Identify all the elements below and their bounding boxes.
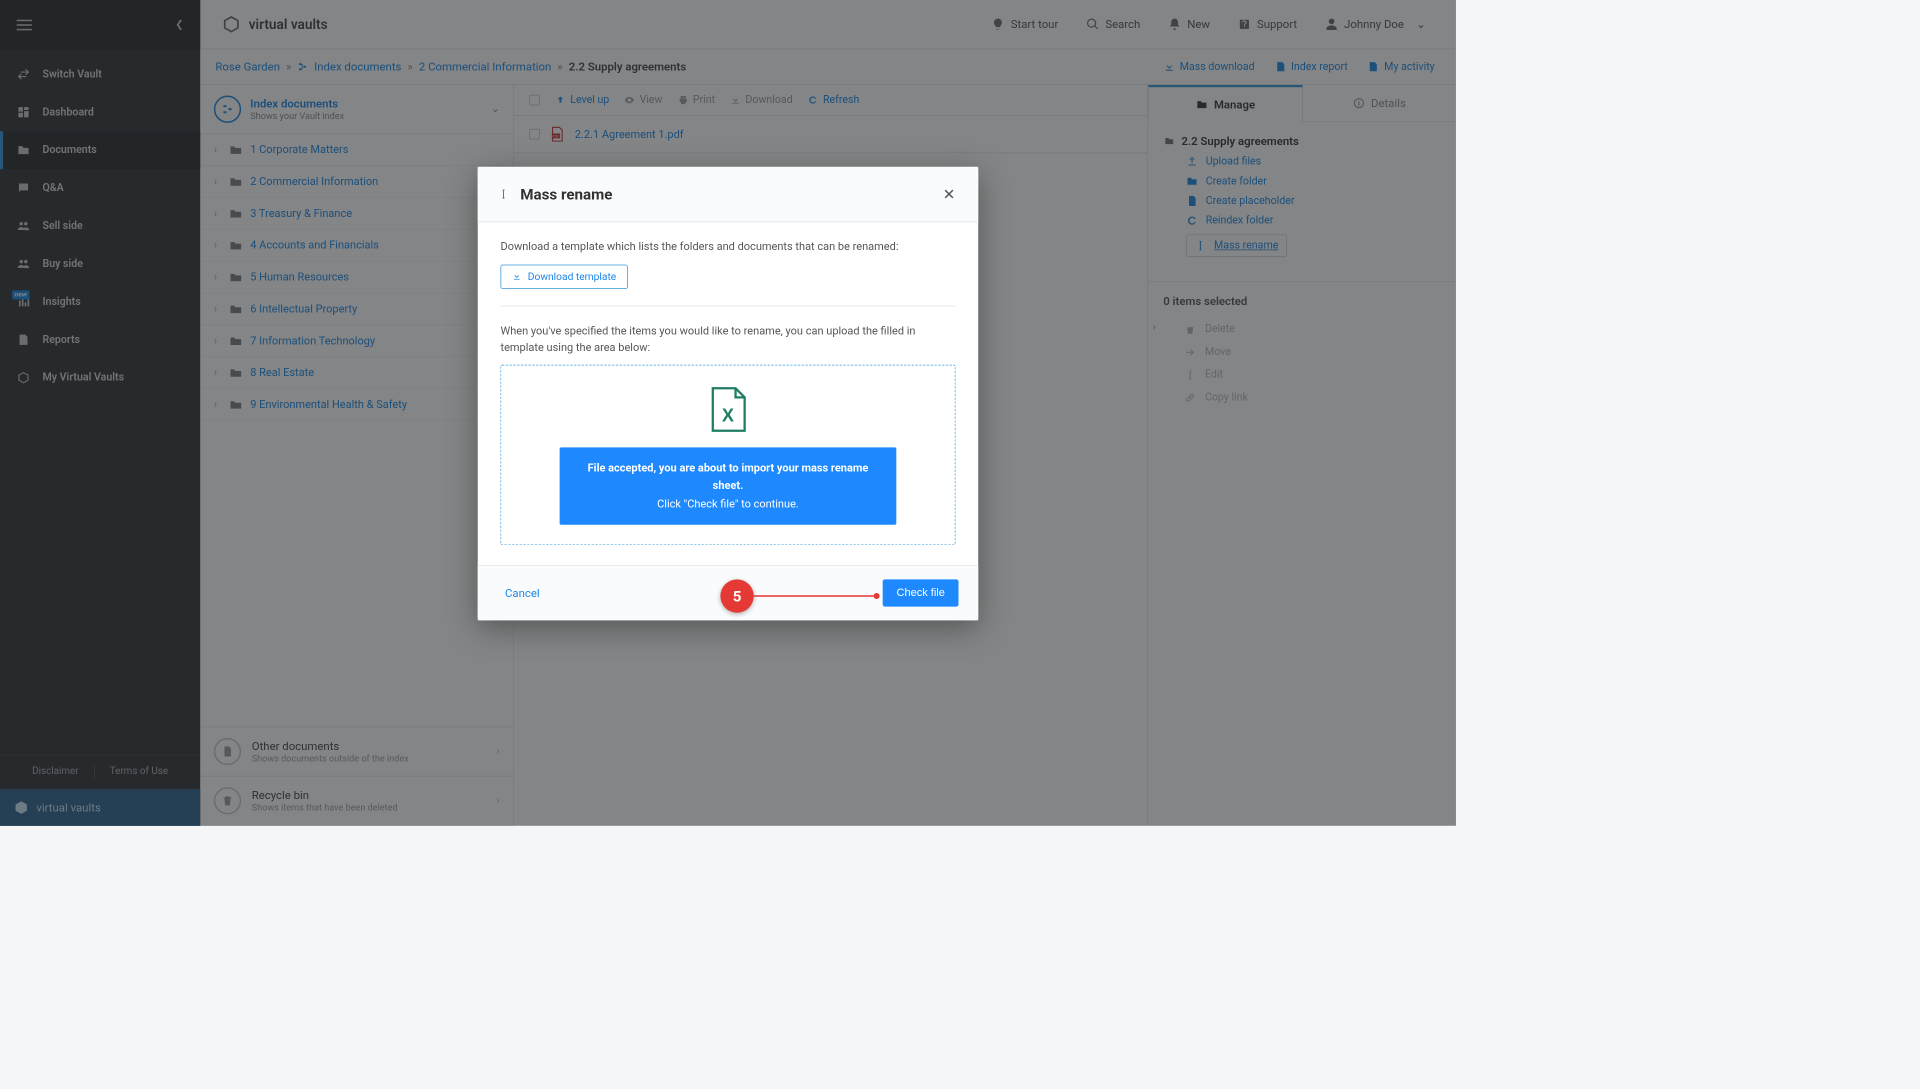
excel-file-icon: X (708, 387, 747, 434)
modal-title: Mass rename (520, 185, 940, 203)
accepted-line-2: Click "Check file" to continue. (582, 495, 873, 513)
svg-text:X: X (722, 406, 734, 426)
download-template-button[interactable]: Download template (500, 264, 627, 288)
file-accepted-banner: File accepted, you are about to import y… (560, 448, 897, 525)
close-icon[interactable]: ✕ (940, 182, 959, 206)
mass-rename-modal: Mass rename ✕ Download a template which … (478, 167, 978, 620)
download-icon (512, 272, 522, 282)
callout-line (754, 595, 874, 597)
check-file-button[interactable]: Check file (883, 579, 959, 606)
modal-body: Download a template which lists the fold… (478, 222, 978, 565)
modal-footer: Cancel 5 Check file (478, 565, 978, 620)
modal-upload-intro: When you've specified the items you woul… (500, 323, 955, 356)
modal-overlay[interactable]: Mass rename ✕ Download a template which … (0, 0, 1456, 826)
step-callout: 5 (720, 579, 879, 612)
callout-number: 5 (720, 579, 753, 612)
modal-intro: Download a template which lists the fold… (500, 239, 955, 255)
modal-header: Mass rename ✕ (478, 167, 978, 222)
text-cursor-icon (497, 187, 509, 202)
callout-dot (874, 593, 880, 599)
accepted-line-1: File accepted, you are about to import y… (582, 460, 873, 495)
cancel-button[interactable]: Cancel (505, 586, 540, 600)
upload-dropzone[interactable]: X File accepted, you are about to import… (500, 365, 955, 545)
